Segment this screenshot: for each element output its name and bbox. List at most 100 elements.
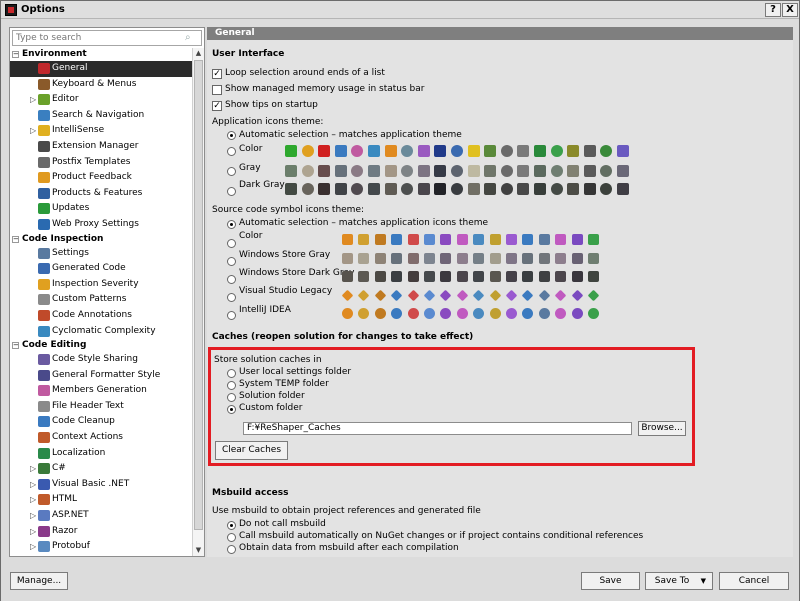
expand-icon[interactable]: ▷ xyxy=(30,524,36,539)
tree-item[interactable]: Context Actions xyxy=(10,430,192,446)
tree-item[interactable]: Postfix Templates xyxy=(10,155,192,171)
tree-item[interactable]: Settings xyxy=(10,246,192,262)
tree-item[interactable]: Localization xyxy=(10,446,192,462)
app-theme-icon xyxy=(384,165,397,177)
collapse-icon[interactable]: − xyxy=(12,235,19,243)
expand-icon[interactable]: ▷ xyxy=(30,477,36,492)
expand-icon[interactable]: ▷ xyxy=(30,461,36,476)
symbol-theme-icon xyxy=(391,308,403,319)
src-theme-auto-radio[interactable] xyxy=(227,220,236,229)
app-theme-color-label: Color xyxy=(239,144,263,154)
src-theme-store-dark-radio[interactable] xyxy=(227,275,236,284)
collapse-icon[interactable]: − xyxy=(12,51,19,58)
tree-item[interactable]: ▷ Editor xyxy=(10,92,192,108)
app-theme-icon xyxy=(417,165,430,177)
expand-icon[interactable]: ▷ xyxy=(30,92,36,107)
tree-item[interactable]: Custom Patterns xyxy=(10,292,192,308)
src-theme-color-radio[interactable] xyxy=(227,239,236,248)
expand-icon[interactable]: ▷ xyxy=(30,492,36,507)
scroll-up-icon[interactable]: ▲ xyxy=(193,48,204,59)
cache-solution-radio[interactable] xyxy=(227,393,236,402)
clear-caches-button[interactable]: Clear Caches xyxy=(215,441,288,460)
search-input[interactable] xyxy=(13,31,181,45)
tree-item[interactable]: Updates xyxy=(10,201,192,217)
tree-section[interactable]: − Code Editing xyxy=(10,339,192,353)
tree-item[interactable]: ▷ ASP.NET xyxy=(10,508,192,524)
browse-button[interactable]: Browse... xyxy=(638,421,686,436)
tree-item[interactable]: ▷ Razor xyxy=(10,524,192,540)
tips-checkbox[interactable]: ✓ xyxy=(212,101,222,111)
tree-section[interactable]: − Environment xyxy=(10,48,192,61)
tree-item[interactable]: Inspection Severity xyxy=(10,277,192,293)
expand-icon[interactable]: ▷ xyxy=(30,123,36,138)
scroll-thumb[interactable] xyxy=(194,60,203,530)
tree-scrollbar[interactable]: ▲ ▼ xyxy=(192,48,204,556)
app-theme-auto-radio[interactable] xyxy=(227,131,236,140)
tree-item-label: Extension Manager xyxy=(52,140,139,151)
tree-item[interactable]: Code Style Sharing xyxy=(10,352,192,368)
window-title: Options xyxy=(21,4,65,15)
search-icon[interactable]: ⌕ xyxy=(185,32,198,44)
tree-item[interactable]: Search & Navigation xyxy=(10,108,192,124)
help-button[interactable]: ? xyxy=(765,3,781,17)
app-theme-label: Application icons theme: xyxy=(212,117,324,127)
app-theme-icon xyxy=(484,165,497,177)
src-theme-vs-legacy-radio[interactable] xyxy=(227,293,236,302)
cache-custom-radio[interactable] xyxy=(227,405,236,414)
tree-item[interactable]: Code Cleanup xyxy=(10,414,192,430)
expand-icon[interactable]: ▷ xyxy=(30,508,36,523)
symbol-theme-icon xyxy=(538,289,551,302)
close-button[interactable]: X xyxy=(782,3,798,17)
custom-folder-input[interactable]: F:¥ReShaper_Caches xyxy=(243,422,632,435)
tree-item[interactable]: File Header Text xyxy=(10,399,192,415)
memory-usage-checkbox[interactable] xyxy=(212,85,222,95)
cache-temp-radio[interactable] xyxy=(227,381,236,390)
symbol-theme-icon xyxy=(407,271,419,282)
loop-selection-checkbox[interactable]: ✓ xyxy=(212,69,222,79)
tree-item[interactable]: Generated Code xyxy=(10,261,192,277)
manage-button[interactable]: Manage... xyxy=(10,572,68,590)
tree-item[interactable]: Extension Manager xyxy=(10,139,192,155)
expand-icon[interactable]: ▷ xyxy=(30,539,36,554)
tree-item[interactable]: ▷ Protobuf xyxy=(10,539,192,555)
app-theme-darkgray-radio[interactable] xyxy=(227,187,236,196)
tree-item[interactable]: Members Generation xyxy=(10,383,192,399)
tree-item[interactable]: Product Feedback xyxy=(10,170,192,186)
src-theme-intellij-radio[interactable] xyxy=(227,311,236,320)
tree-item[interactable]: General Formatter Style xyxy=(10,368,192,384)
msbuild-none-radio[interactable] xyxy=(227,521,236,530)
save-button[interactable]: Save xyxy=(581,572,640,590)
tree-item[interactable]: ▷ IntelliSense xyxy=(10,123,192,139)
symbol-theme-icon xyxy=(473,271,485,282)
tree-item[interactable]: ▷ C# xyxy=(10,461,192,477)
tree-item[interactable]: Keyboard & Menus xyxy=(10,77,192,93)
tree-item[interactable]: Cyclomatic Complexity xyxy=(10,324,192,340)
tree-item[interactable]: Code Annotations xyxy=(10,308,192,324)
collapse-icon[interactable]: − xyxy=(12,342,19,350)
tree-section[interactable]: − Code Inspection xyxy=(10,232,192,246)
tree-item[interactable]: ▷ HTML xyxy=(10,492,192,508)
search-icon xyxy=(38,109,50,121)
app-theme-icon xyxy=(384,145,397,157)
app-theme-icon xyxy=(467,183,480,195)
app-theme-color-radio[interactable] xyxy=(227,147,236,156)
keyboard-icon xyxy=(38,78,50,90)
symbol-theme-icon xyxy=(538,234,550,245)
app-theme-icon xyxy=(451,145,463,157)
app-theme-icon xyxy=(600,183,613,195)
tree-item[interactable]: Web Proxy Settings xyxy=(10,217,192,233)
src-theme-store-gray-radio[interactable] xyxy=(227,257,236,266)
msbuild-after-compile-radio[interactable] xyxy=(227,545,236,554)
tree-item[interactable]: General xyxy=(10,61,192,77)
tree-item[interactable]: Products & Features xyxy=(10,186,192,202)
cancel-button[interactable]: Cancel xyxy=(719,572,789,590)
save-to-button[interactable]: Save To ▼ xyxy=(645,572,713,590)
symbol-theme-icon xyxy=(456,289,469,302)
symbol-theme-icon xyxy=(456,271,468,282)
cache-user-local-radio[interactable] xyxy=(227,369,236,378)
app-theme-gray-radio[interactable] xyxy=(227,167,236,176)
scroll-down-icon[interactable]: ▼ xyxy=(193,545,204,556)
tree-item[interactable]: ▷ Visual Basic .NET xyxy=(10,477,192,493)
msbuild-auto-radio[interactable] xyxy=(227,533,236,542)
app-theme-icon xyxy=(550,183,563,195)
